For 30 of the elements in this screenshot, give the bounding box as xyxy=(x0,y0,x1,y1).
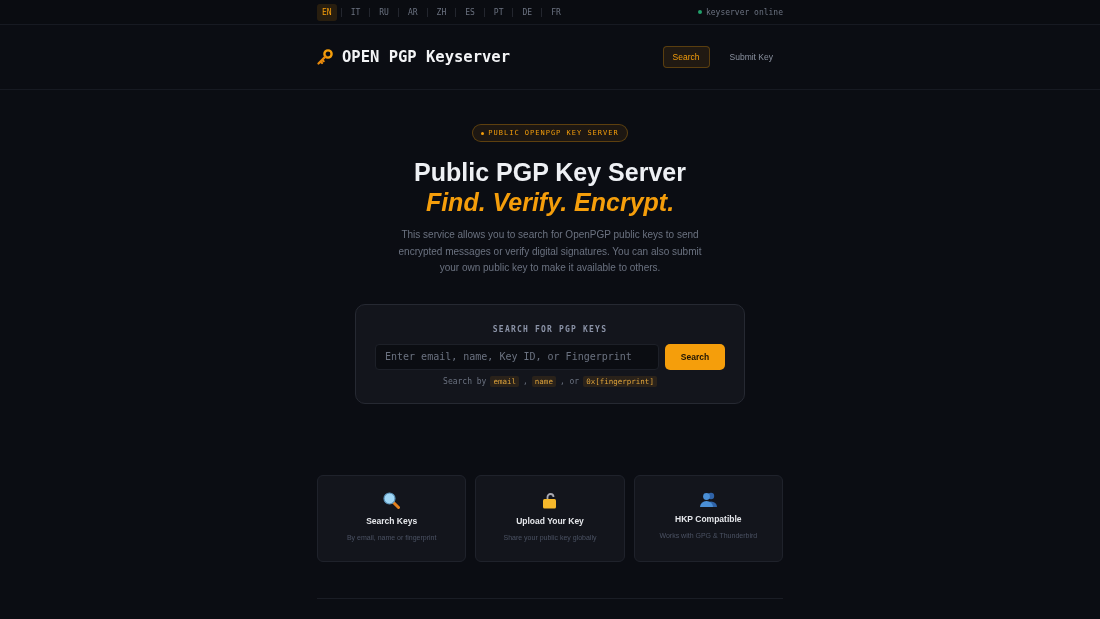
hint-text: , xyxy=(523,376,528,386)
language-tab[interactable]: PT xyxy=(488,3,509,21)
hero-description: This service allows you to search for OpenPGP public keys to send encrypted messages or verify digital signatures. You can also submit your own public key to make it available to others. xyxy=(397,228,703,275)
language-tab[interactable]: ES xyxy=(460,3,480,21)
feature-title: Upload Your Key xyxy=(516,515,584,526)
hero-tagline: Find. Verify. Encrypt. xyxy=(425,187,675,217)
site-title: OPEN PGP Keyserver xyxy=(342,48,510,66)
hint-text: Search by xyxy=(443,376,487,386)
language-tab[interactable]: IT xyxy=(345,3,366,21)
nav-link[interactable]: Search xyxy=(662,46,710,68)
language-tab[interactable]: EN xyxy=(317,3,337,21)
hero-title: Public PGP Key Server xyxy=(414,157,686,187)
language-tab[interactable]: RU xyxy=(374,3,394,21)
feature-title: Search Keys xyxy=(366,515,418,526)
padlock-icon xyxy=(542,491,558,509)
feature-title: HKP Compatible xyxy=(675,513,742,524)
language-tab[interactable]: ZH xyxy=(431,3,452,21)
status-text: keyserver online xyxy=(705,7,783,17)
hint-text: , or xyxy=(559,376,580,386)
language-tab[interactable]: FR xyxy=(546,3,566,21)
dot-icon xyxy=(481,131,485,135)
magnifier-icon xyxy=(383,491,401,509)
nav-link[interactable]: Submit Key xyxy=(719,46,783,68)
key-icon xyxy=(317,49,333,65)
people-icon xyxy=(699,491,717,507)
language-tab[interactable]: AR xyxy=(402,3,423,21)
search-input[interactable]: Enter email, name, Key ID, or Fingerprint xyxy=(375,343,659,370)
search-panel-title: SEARCH FOR PGP KEYS xyxy=(492,324,608,334)
language-tab[interactable]: DE xyxy=(517,3,538,21)
search-button[interactable]: Search xyxy=(665,343,725,370)
